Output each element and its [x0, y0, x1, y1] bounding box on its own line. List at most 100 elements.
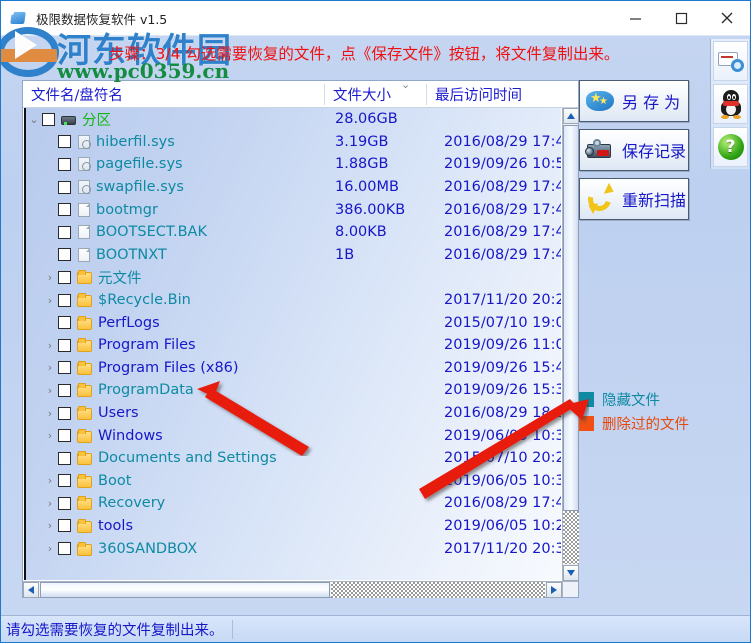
table-row[interactable]: › Users 2016/08/29 18:2 — [26, 402, 561, 425]
expand-toggle-icon[interactable]: › — [42, 272, 58, 283]
horizontal-scroll-track[interactable] — [331, 582, 545, 598]
row-checkbox[interactable] — [58, 293, 71, 307]
row-lastaccess: 2016/08/29 17:4 — [444, 133, 561, 150]
table-row[interactable]: bootmgr 386.00KB 2016/08/29 17:4 — [26, 198, 561, 221]
expand-toggle-icon[interactable]: › — [42, 430, 58, 441]
row-checkbox[interactable] — [58, 406, 71, 420]
scrollbar-corner — [562, 581, 578, 597]
expand-toggle-icon[interactable]: › — [42, 295, 58, 306]
folder-icon — [77, 270, 92, 285]
scroll-up-button[interactable] — [563, 108, 579, 124]
row-filesize: 8.00KB — [335, 224, 387, 241]
rescan-button[interactable]: 重新扫描 — [579, 178, 689, 220]
table-row[interactable]: ⌄ 分区 28.06GB — [26, 108, 561, 131]
column-header-lastaccess[interactable]: 最后访问时间 — [427, 81, 563, 108]
row-checkbox[interactable] — [58, 451, 71, 465]
expand-toggle-icon[interactable]: › — [42, 543, 58, 554]
qq-penguin-icon[interactable] — [713, 84, 748, 124]
row-lastaccess: 2017/11/20 20:3 — [444, 540, 561, 557]
save-as-button[interactable]: ★ ★ 另 存 为 — [579, 80, 689, 122]
save-record-button[interactable]: 保存记录 — [579, 129, 689, 171]
legend-deleted-files: 删除过的文件 — [579, 413, 689, 434]
help-icon[interactable]: ? — [713, 127, 748, 167]
vertical-scroll-thumb[interactable] — [563, 125, 579, 511]
row-checkbox[interactable] — [58, 338, 71, 352]
expand-toggle-icon[interactable]: ⌄ — [26, 114, 42, 125]
table-row[interactable]: › Windows 2019/06/05 10:3 — [26, 424, 561, 447]
scroll-left-button[interactable] — [23, 582, 39, 598]
row-checkbox[interactable] — [58, 429, 71, 443]
row-checkbox[interactable] — [58, 203, 71, 217]
rescan-button-label: 重新扫描 — [622, 191, 687, 210]
table-row[interactable]: › $Recycle.Bin 2017/11/20 20:2 — [26, 289, 561, 312]
expand-toggle-icon[interactable]: › — [42, 340, 58, 351]
row-lastaccess: 2019/09/26 10:5 — [444, 156, 561, 173]
row-checkbox[interactable] — [58, 542, 71, 556]
table-row[interactable]: › 元文件 — [26, 266, 561, 289]
column-header-filename[interactable]: 文件名/盘符名 — [23, 81, 325, 108]
table-row[interactable]: › Program Files 2019/09/26 11:0 — [26, 334, 561, 357]
row-checkbox[interactable] — [58, 519, 71, 533]
expand-toggle-icon[interactable]: › — [42, 498, 58, 509]
row-filename: hiberfil.sys — [96, 133, 175, 150]
row-checkbox[interactable] — [58, 316, 71, 330]
row-checkbox[interactable] — [58, 225, 71, 239]
folder-icon — [77, 518, 92, 533]
table-row[interactable]: BOOTSECT.BAK 8.00KB 2016/08/29 17:4 — [26, 221, 561, 244]
expand-toggle-icon[interactable]: › — [42, 362, 58, 373]
app-window: 极限数据恢复软件 v1.5 河东软件园 www.pc0359.cn 步骤：3/4… — [0, 0, 751, 643]
horizontal-scroll-thumb[interactable] — [40, 582, 330, 598]
minimize-button[interactable] — [612, 1, 658, 35]
horizontal-scrollbar[interactable] — [23, 581, 562, 598]
expand-toggle-icon[interactable]: › — [42, 385, 58, 396]
step-instruction: 步骤：3/4 勾选需要恢复的文件，点《保存文件》按钮，将文件复制出来。 — [109, 45, 620, 63]
table-row[interactable]: › Program Files (x86) 2019/09/26 15:4 — [26, 357, 561, 380]
table-row[interactable]: hiberfil.sys 3.19GB 2016/08/29 17:4 — [26, 131, 561, 154]
expand-toggle-icon[interactable]: › — [42, 520, 58, 531]
expand-toggle-icon[interactable]: › — [42, 475, 58, 486]
file-list-rows[interactable]: ⌄ 分区 28.06GB hiberfil.sys 3.19GB 2016/08/29 1… — [24, 108, 561, 580]
expand-toggle-icon[interactable]: › — [42, 408, 58, 419]
table-row[interactable]: Documents and Settings 2015/07/10 20:2 — [26, 447, 561, 470]
vertical-scroll-track[interactable] — [563, 511, 579, 564]
help-icon-glyph: ? — [717, 134, 744, 160]
row-checkbox[interactable] — [58, 135, 71, 149]
row-filename: Documents and Settings — [98, 450, 277, 467]
scroll-right-button[interactable] — [546, 582, 562, 598]
row-checkbox[interactable] — [58, 474, 71, 488]
row-checkbox[interactable] — [58, 383, 71, 397]
settings-icon[interactable] — [713, 41, 748, 81]
column-header-filesize[interactable]: 文件大小 — [325, 81, 427, 108]
table-row[interactable]: swapfile.sys 16.00MB 2016/08/29 17:4 — [26, 176, 561, 199]
table-row[interactable]: › ProgramData 2019/09/26 15:3 — [26, 379, 561, 402]
row-checkbox[interactable] — [58, 361, 71, 375]
close-button[interactable] — [704, 1, 750, 35]
table-row[interactable]: pagefile.sys 1.88GB 2019/09/26 10:5 — [26, 153, 561, 176]
vertical-scrollbar[interactable] — [562, 108, 579, 581]
row-checkbox[interactable] — [42, 112, 55, 126]
row-checkbox[interactable] — [58, 157, 71, 171]
row-filename: 元文件 — [98, 270, 142, 287]
save-as-button-label: 另 存 为 — [622, 93, 681, 112]
row-checkbox[interactable] — [58, 270, 71, 284]
row-checkbox[interactable] — [58, 180, 71, 194]
table-row[interactable]: › Boot 2019/06/05 10:3 — [26, 470, 561, 493]
table-row[interactable]: › Recovery 2016/08/29 17:4 — [26, 492, 561, 515]
row-filename: BOOTNXT — [96, 246, 167, 263]
folder-icon — [77, 360, 92, 375]
row-checkbox[interactable] — [58, 496, 71, 510]
window-title: 极限数据恢复软件 v1.5 — [36, 11, 168, 27]
row-checkbox[interactable] — [58, 248, 71, 262]
table-row[interactable]: › 360SANDBOX 2017/11/20 20:3 — [26, 537, 561, 560]
row-filename: 360SANDBOX — [98, 540, 198, 557]
row-lastaccess: 2016/08/29 17:4 — [444, 201, 561, 218]
refresh-icon — [583, 182, 617, 216]
scroll-down-button[interactable] — [563, 565, 579, 581]
table-row[interactable]: PerfLogs 2015/07/10 19:0 — [26, 311, 561, 334]
row-filename: $Recycle.Bin — [98, 292, 191, 309]
table-row[interactable]: BOOTNXT 1B 2016/08/29 17:4 — [26, 244, 561, 267]
table-row[interactable]: › tools 2019/06/05 10:2 — [26, 515, 561, 538]
legend-deleted-swatch — [579, 416, 594, 431]
maximize-button[interactable] — [658, 1, 704, 35]
folder-icon — [77, 541, 92, 556]
